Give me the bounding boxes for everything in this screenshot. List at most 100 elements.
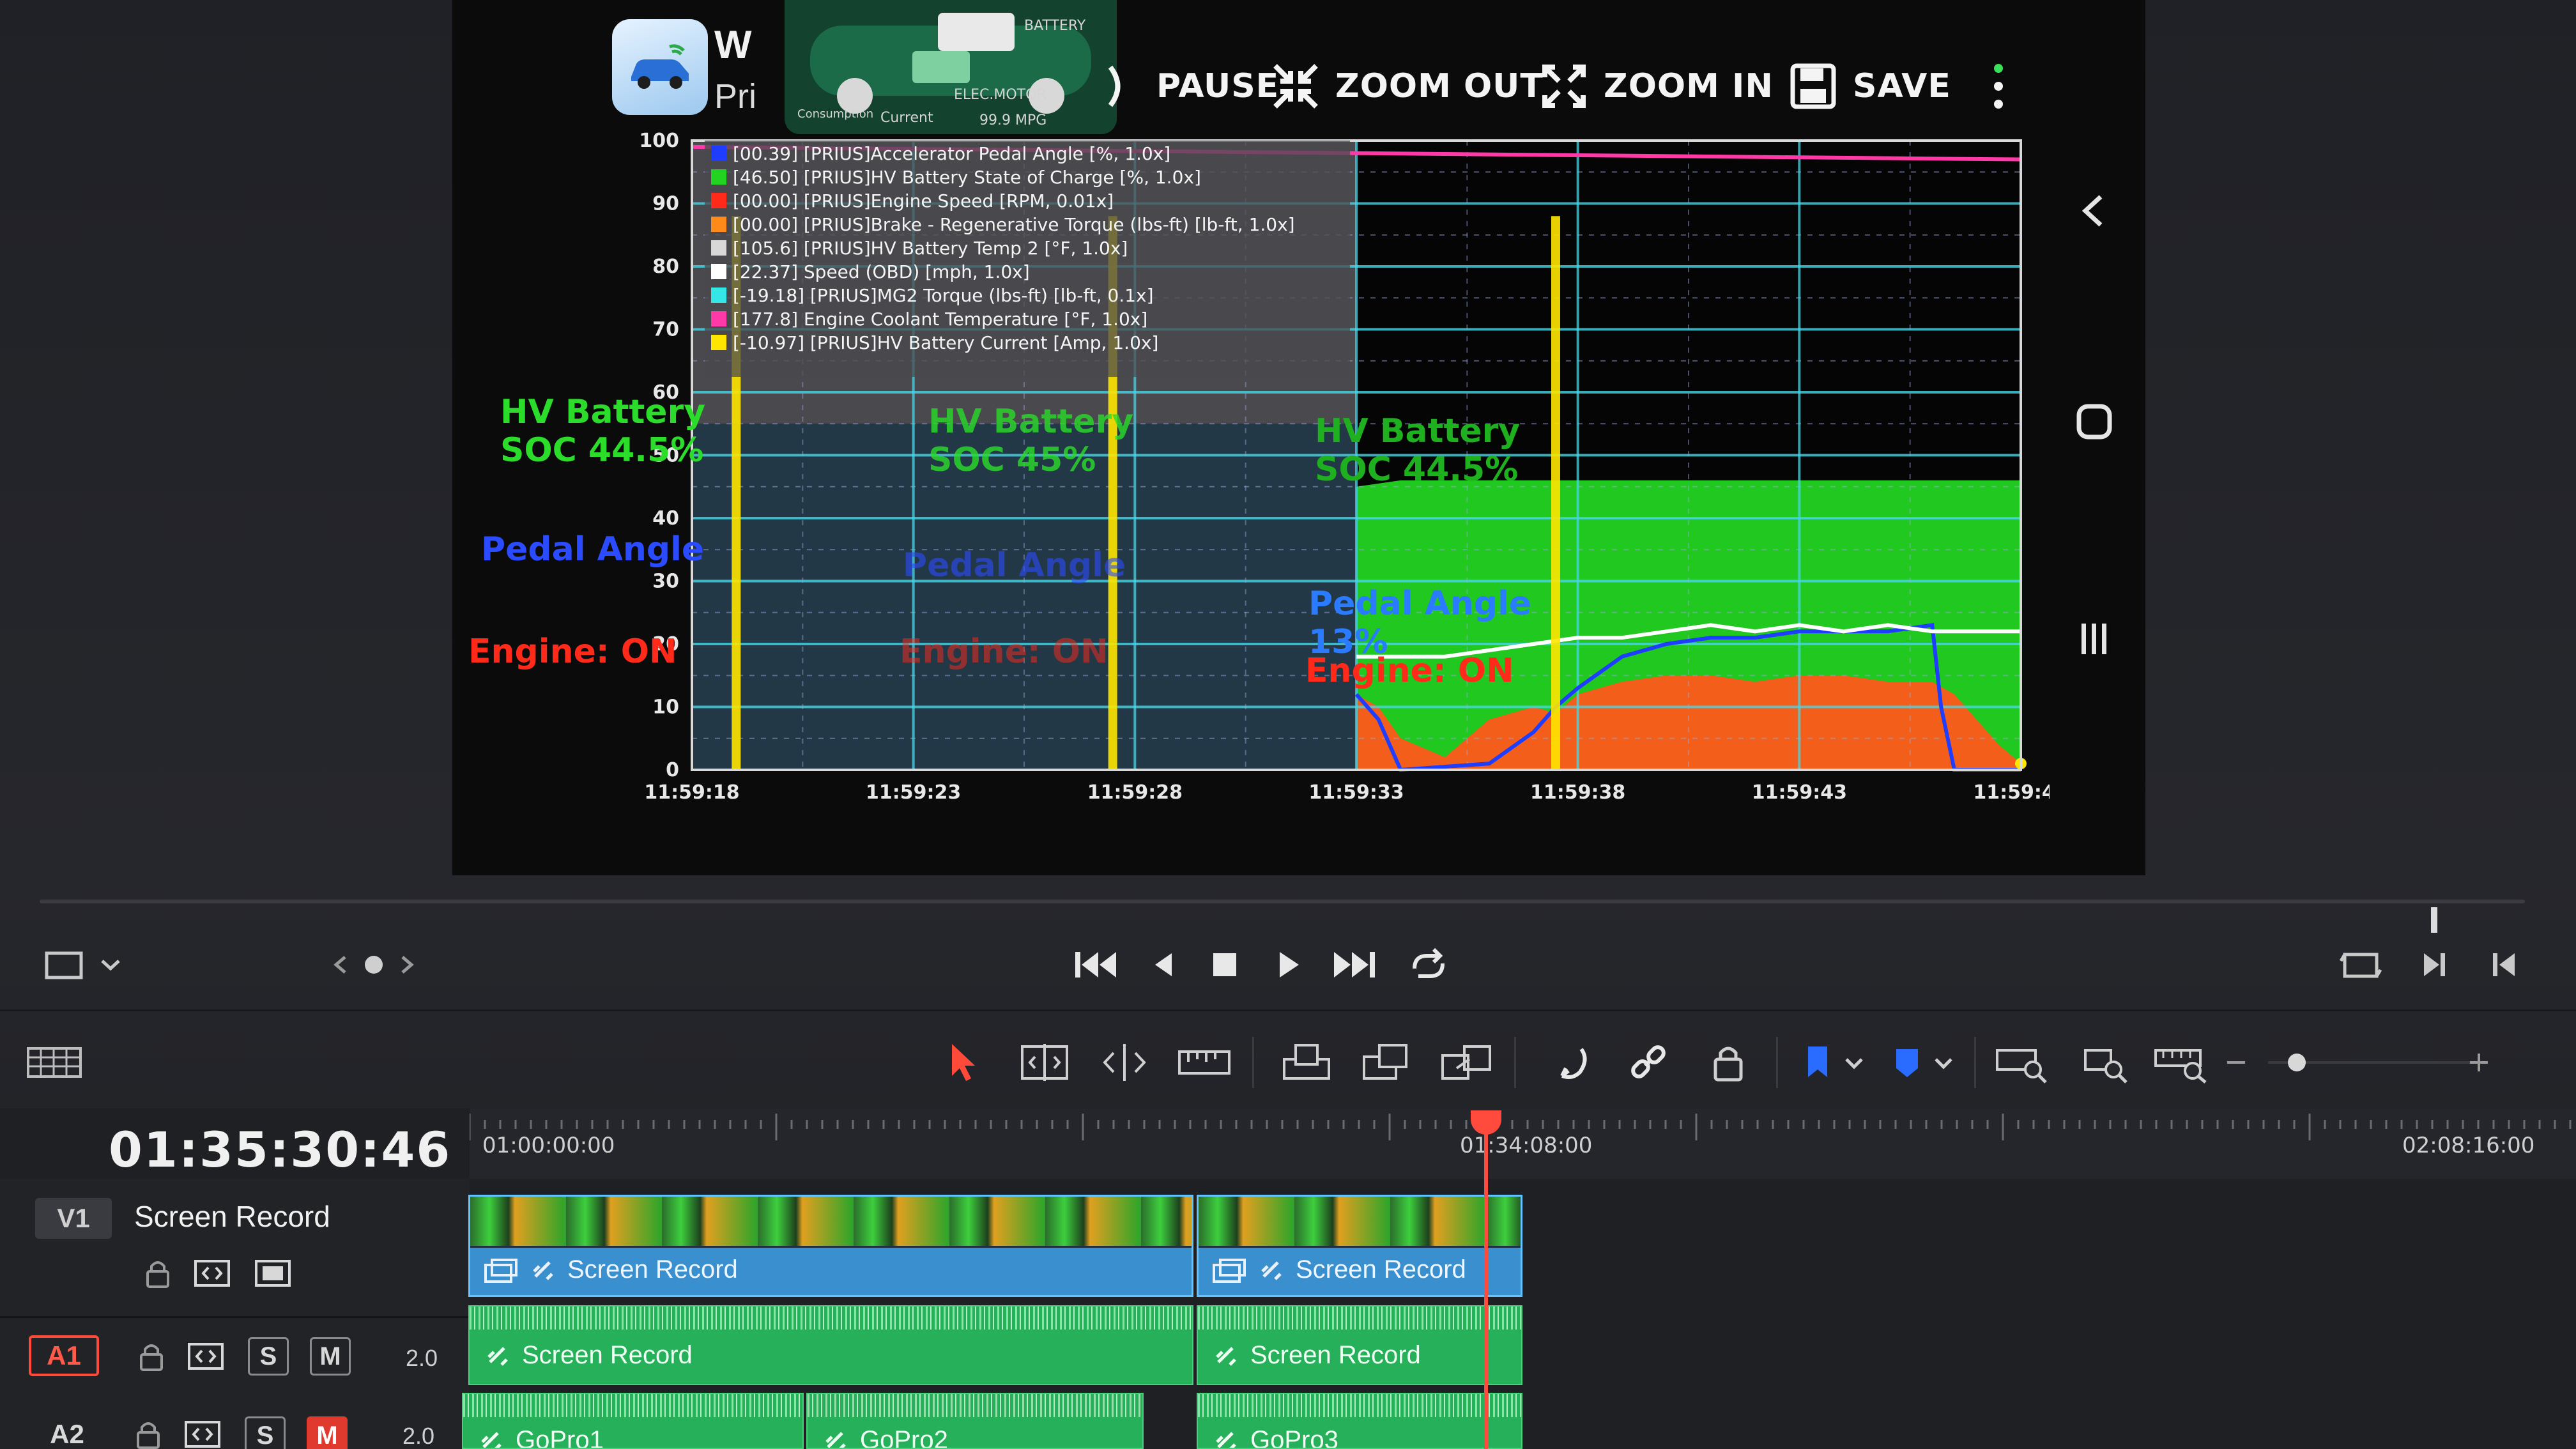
link-icon [487, 1346, 508, 1366]
stop-button[interactable] [1198, 939, 1249, 990]
video-clip[interactable]: Screen Record [1197, 1195, 1522, 1297]
clip-thumbnails [1199, 1197, 1521, 1248]
back-chevron-icon[interactable] [2069, 185, 2120, 236]
match-frame-button[interactable] [2332, 939, 2389, 990]
zoom-in-plus-icon[interactable] [2460, 1031, 2498, 1094]
mute-button-active[interactable]: M [307, 1416, 348, 1449]
clip-caption: Screen Record [485, 1341, 693, 1370]
y-tick-label: 40 [652, 507, 679, 530]
full-extent-zoom-icon[interactable] [1990, 1031, 2054, 1094]
chart-legend: [00.39] [PRIUS]Accelerator Pedal Angle [… [705, 141, 1350, 377]
clip-caption: GoPro2 [823, 1426, 948, 1448]
track-a1-id[interactable]: A1 [29, 1335, 99, 1376]
audio-clip[interactable]: GoPro2 [806, 1393, 1144, 1449]
link-icon [1216, 1346, 1236, 1366]
overwrite-clip-icon[interactable] [1354, 1031, 1418, 1094]
y-tick-label: 30 [652, 571, 679, 593]
play-button[interactable] [1262, 939, 1313, 990]
detail-zoom-icon[interactable] [2073, 1031, 2137, 1094]
legend-item: [105.6] [PRIUS]HV Battery Temp 2 [°F, 1.… [733, 238, 1128, 259]
selection-tool-icon[interactable] [930, 1031, 993, 1094]
next-edit-button[interactable] [2409, 939, 2460, 990]
pedal-label-mid: Pedal Angle [903, 546, 1126, 585]
save-button[interactable]: SAVE [1788, 51, 1951, 121]
track-v1-name[interactable]: Screen Record [134, 1199, 330, 1234]
pause-button[interactable]: PAUSE [1091, 51, 1279, 121]
toolbar-separator [1974, 1037, 1976, 1088]
skip-to-end-button[interactable] [1326, 939, 1383, 990]
flag-dropdown[interactable] [1792, 1031, 1875, 1094]
linked-selection-icon[interactable] [1616, 1031, 1680, 1094]
video-clip[interactable]: Screen Record [468, 1195, 1193, 1297]
solo-button[interactable]: S [248, 1337, 289, 1376]
pedal-label-left: Pedal Angle [481, 530, 705, 569]
timeline-zoom-slider[interactable] [2262, 1031, 2492, 1094]
timecode-display[interactable]: 01:35:30:46 [109, 1121, 451, 1178]
timeline-ruler[interactable]: 01:00:00:00 01:34:08:00 02:08:16:00 [470, 1108, 2576, 1179]
replace-clip-icon[interactable] [1434, 1031, 1498, 1094]
skip-to-start-button[interactable] [1067, 939, 1124, 990]
timeline-view-options-icon[interactable] [22, 1031, 86, 1094]
lock-icon[interactable] [131, 1338, 172, 1374]
audio-clip[interactable]: GoPro3 [1197, 1393, 1522, 1449]
trim-tool-icon[interactable] [1013, 1031, 1077, 1094]
more-options-button[interactable] [1973, 51, 2024, 121]
engine-label-right: Engine: ON [1305, 652, 1514, 690]
zoom-out-button[interactable]: ZOOM OUT [1270, 51, 1544, 121]
auto-select-icon[interactable] [185, 1338, 226, 1374]
lock-icon[interactable] [128, 1416, 169, 1449]
editor-window: W Pri BATTERY ELEC.MOTOR Consumption Cur… [0, 0, 2576, 1449]
prev-edit-button[interactable] [2479, 939, 2530, 990]
auto-select-icon[interactable] [182, 1416, 223, 1449]
link-icon [481, 1431, 502, 1448]
legend-swatch [711, 193, 726, 208]
audio-waveform [463, 1394, 802, 1417]
y-tick-label: 10 [652, 696, 679, 719]
track-a2-id[interactable]: A2 [32, 1418, 102, 1449]
y-tick-label: 0 [666, 759, 679, 781]
viewer-scrubber[interactable] [40, 900, 2525, 903]
video-viewer[interactable]: W Pri BATTERY ELEC.MOTOR Consumption Cur… [452, 0, 2145, 875]
insert-clip-icon[interactable] [1275, 1031, 1338, 1094]
auto-select-icon[interactable] [192, 1255, 233, 1291]
audio-clip[interactable]: Screen Record [1197, 1305, 1522, 1385]
engine-label-mid: Engine: ON [900, 632, 1108, 671]
dynamic-trim-icon[interactable] [1092, 1031, 1156, 1094]
home-icon[interactable] [2069, 396, 2120, 447]
zoom-in-button[interactable]: ZOOM IN [1538, 51, 1774, 121]
more-vertical-icon [1973, 61, 2024, 112]
loop-button[interactable] [1399, 939, 1457, 990]
step-back-button[interactable] [1137, 939, 1188, 990]
transport-controls [0, 926, 2576, 1003]
zoom-in-icon [1538, 61, 1590, 112]
thumb-label: ELEC.MOTOR [954, 87, 1046, 103]
track-a1-volume: 2.0 [406, 1345, 438, 1371]
mute-button[interactable]: M [310, 1337, 351, 1376]
zoom-out-minus-icon[interactable] [2217, 1031, 2255, 1094]
position-lock-icon[interactable] [1696, 1031, 1760, 1094]
timeline-toolbar [0, 1009, 2576, 1105]
clip-nav-arrows[interactable] [326, 939, 422, 990]
audio-waveform [470, 1307, 1192, 1330]
engine-label-left: Engine: ON [468, 632, 677, 671]
lock-icon[interactable] [137, 1255, 178, 1291]
audio-clip[interactable]: GoPro1 [462, 1393, 804, 1449]
x-tick-label: 11:59:38 [1530, 781, 1625, 804]
track-v1-id[interactable]: V1 [35, 1198, 112, 1239]
disable-video-track-icon[interactable] [252, 1255, 293, 1291]
zoom-in-label: ZOOM IN [1604, 67, 1774, 105]
x-tick-label: 11:59:23 [866, 781, 961, 804]
pedal-label-right: Pedal Angle 13% [1308, 585, 1532, 661]
solo-button[interactable]: S [245, 1416, 286, 1449]
car-app-icon [612, 19, 708, 115]
audio-clip[interactable]: Screen Record [468, 1305, 1193, 1385]
ruler-label: 02:08:16:00 [2402, 1133, 2535, 1158]
custom-zoom-icon[interactable] [2150, 1031, 2214, 1094]
playhead-line[interactable] [1484, 1110, 1488, 1449]
snapping-icon[interactable] [1540, 1031, 1604, 1094]
marker-dropdown[interactable] [1882, 1031, 1965, 1094]
viewer-mode-dropdown[interactable] [38, 939, 128, 990]
clip-name: Screen Record [1250, 1341, 1421, 1369]
blade-tool-icon[interactable] [1172, 1031, 1236, 1094]
recents-icon[interactable] [2069, 613, 2120, 664]
